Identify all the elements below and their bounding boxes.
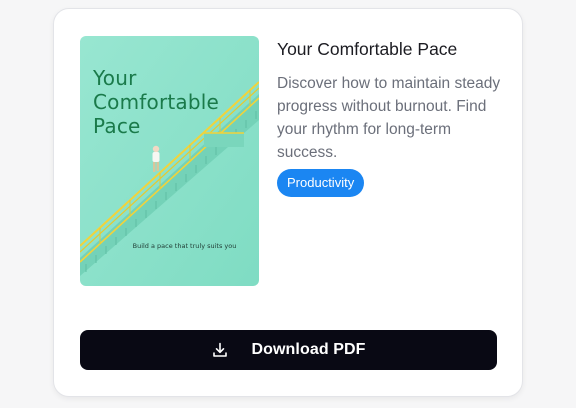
product-description: Discover how to maintain steady progress… <box>277 75 501 161</box>
download-icon <box>213 342 228 357</box>
download-pdf-button[interactable]: Download PDF <box>80 330 497 370</box>
product-title: Your Comfortable Pace <box>277 39 458 59</box>
book-cover-image: Your Comfortable Pace Build a pace that … <box>80 36 259 286</box>
download-button-label: Download PDF <box>251 341 366 358</box>
category-badge[interactable]: Productivity <box>277 169 365 197</box>
cover-tagline: Build a pace that truly suits you <box>132 242 237 250</box>
product-card: Your Comfortable Pace Build a pace that … <box>53 8 523 397</box>
cover-title: Your Comfortable Pace <box>93 66 220 138</box>
